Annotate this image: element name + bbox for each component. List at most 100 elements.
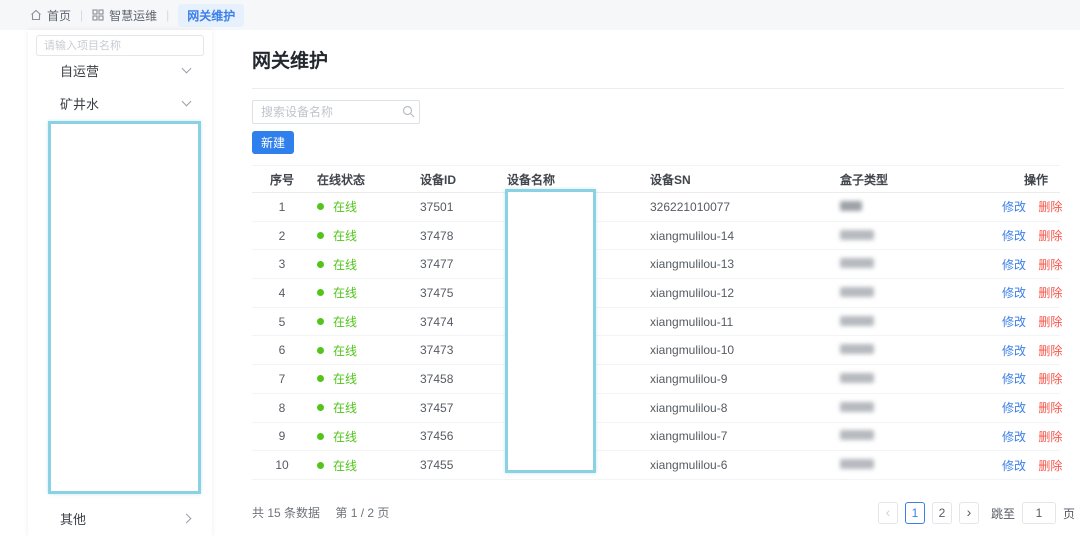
online-status-dot-icon — [317, 318, 324, 325]
device-id-cell: 37455 — [417, 458, 504, 472]
device-sn-cell: xiangmulilou-14 — [647, 229, 837, 243]
sidebar-item-other[interactable]: 其他 — [28, 503, 212, 533]
search-icon[interactable] — [402, 105, 415, 123]
online-status-label: 在线 — [333, 284, 357, 301]
divider — [252, 88, 1064, 89]
page-button-1[interactable]: 1 — [905, 502, 925, 524]
delete-link[interactable]: 删除 — [1038, 286, 1062, 300]
jump-page-input[interactable] — [1022, 502, 1056, 524]
table-row: 1 在线 37501 326221010077 修改 删除 — [252, 193, 1060, 222]
delete-link[interactable]: 删除 — [1038, 200, 1062, 214]
device-id-cell: 37474 — [417, 315, 504, 329]
total-count-label: 共 15 条数据 — [252, 506, 320, 520]
edit-link[interactable]: 修改 — [1002, 430, 1026, 444]
delete-link[interactable]: 删除 — [1038, 344, 1062, 358]
row-online-status: 在线 — [312, 198, 417, 215]
delete-link[interactable]: 删除 — [1038, 315, 1062, 329]
online-status-dot-icon — [317, 261, 324, 268]
create-new-button[interactable]: 新建 — [252, 131, 294, 154]
project-search-input[interactable] — [36, 35, 204, 56]
row-online-status: 在线 — [312, 457, 417, 474]
box-type-cell — [837, 372, 1002, 386]
box-type-cell — [837, 458, 1002, 472]
edit-link[interactable]: 修改 — [1002, 315, 1026, 329]
online-status-dot-icon — [317, 232, 324, 239]
edit-link[interactable]: 修改 — [1002, 401, 1026, 415]
prev-page-button[interactable]: ‹ — [878, 502, 898, 524]
online-status-dot-icon — [317, 404, 324, 411]
table-header-row: 序号 在线状态 设备ID 设备名称 设备SN 盒子类型 操作 — [252, 165, 1060, 193]
sidebar-item-label: 自运营 — [60, 61, 99, 80]
page-title: 网关维护 — [252, 46, 328, 73]
row-index: 2 — [252, 229, 312, 243]
delete-link[interactable]: 删除 — [1038, 229, 1062, 243]
edit-link[interactable]: 修改 — [1002, 258, 1026, 272]
chevron-left-icon: ‹ — [886, 505, 891, 519]
main-panel: 网关维护 新建 序号 在线状态 设备ID 设备名称 设备SN 盒子类型 操作 1… — [232, 30, 1080, 536]
delete-link[interactable]: 删除 — [1038, 459, 1062, 473]
table-row: 9 在线 37456 xiangmulilou-7 修改 删除 — [252, 423, 1060, 452]
blurred-box-type — [840, 230, 874, 240]
online-status-label: 在线 — [333, 342, 357, 359]
table-footer: 共 15 条数据 第 1 / 2 页 — [252, 504, 389, 521]
box-type-cell — [837, 429, 1002, 443]
edit-link[interactable]: 修改 — [1002, 344, 1026, 358]
chevron-right-icon: › — [967, 505, 972, 519]
delete-link[interactable]: 删除 — [1038, 258, 1062, 272]
box-type-cell — [837, 286, 1002, 300]
breadcrumb-smart-ops[interactable]: 智慧运维 — [92, 7, 157, 24]
device-sn-cell: xiangmulilou-11 — [647, 315, 837, 329]
online-status-label: 在线 — [333, 198, 357, 215]
row-online-status: 在线 — [312, 428, 417, 445]
breadcrumb-smart-ops-label: 智慧运维 — [109, 7, 157, 24]
redaction-box-device-name-column — [505, 189, 596, 473]
breadcrumb: 首页 | 智慧运维 | 网关维护 — [0, 0, 1080, 30]
sidebar-item-self-operated[interactable]: 自运营 — [28, 55, 212, 85]
row-actions: 修改 删除 — [1002, 284, 1074, 301]
redaction-box-sidebar-tree — [48, 121, 201, 494]
table-row: 10 在线 37455 xiangmulilou-6 修改 删除 — [252, 451, 1060, 480]
online-status-label: 在线 — [333, 227, 357, 244]
page-info-label: 第 1 / 2 页 — [335, 506, 389, 520]
online-status-dot-icon — [317, 347, 324, 354]
delete-link[interactable]: 删除 — [1038, 372, 1062, 386]
home-icon — [30, 9, 42, 21]
chevron-down-icon — [182, 64, 192, 74]
breadcrumb-gateway-maintenance[interactable]: 网关维护 — [178, 4, 244, 27]
breadcrumb-home[interactable]: 首页 — [30, 7, 71, 24]
row-index: 8 — [252, 401, 312, 415]
box-type-cell — [837, 315, 1002, 329]
online-status-dot-icon — [317, 289, 324, 296]
blurred-box-type — [840, 402, 874, 412]
page-button-2[interactable]: 2 — [932, 502, 952, 524]
box-type-cell — [837, 257, 1002, 271]
edit-link[interactable]: 修改 — [1002, 200, 1026, 214]
table-row: 8 在线 37457 xiangmulilou-8 修改 删除 — [252, 394, 1060, 423]
device-search-input[interactable] — [252, 100, 420, 124]
row-index: 6 — [252, 343, 312, 357]
delete-link[interactable]: 删除 — [1038, 401, 1062, 415]
app-window: 首页 | 智慧运维 | 网关维护 自运营 矿井水 其他 — [0, 0, 1080, 536]
row-online-status: 在线 — [312, 399, 417, 416]
edit-link[interactable]: 修改 — [1002, 286, 1026, 300]
col-header-actions: 操作 — [1002, 171, 1060, 188]
box-type-cell — [837, 401, 1002, 415]
col-header-box-type: 盒子类型 — [837, 171, 1002, 188]
device-sn-cell: xiangmulilou-12 — [647, 286, 837, 300]
delete-link[interactable]: 删除 — [1038, 430, 1062, 444]
online-status-dot-icon — [317, 375, 324, 382]
edit-link[interactable]: 修改 — [1002, 372, 1026, 386]
breadcrumb-separator: | — [166, 8, 169, 22]
blurred-box-type — [840, 201, 862, 211]
device-sn-cell: xiangmulilou-7 — [647, 429, 837, 443]
pagination: ‹ 1 2 › 跳至 页 — [878, 502, 1075, 524]
edit-link[interactable]: 修改 — [1002, 459, 1026, 473]
online-status-label: 在线 — [333, 256, 357, 273]
sidebar-item-mine-water[interactable]: 矿井水 — [28, 88, 212, 118]
blurred-box-type — [840, 344, 874, 354]
next-page-button[interactable]: › — [959, 502, 979, 524]
device-id-cell: 37477 — [417, 257, 504, 271]
box-type-cell — [837, 343, 1002, 357]
edit-link[interactable]: 修改 — [1002, 229, 1026, 243]
online-status-dot-icon — [317, 462, 324, 469]
